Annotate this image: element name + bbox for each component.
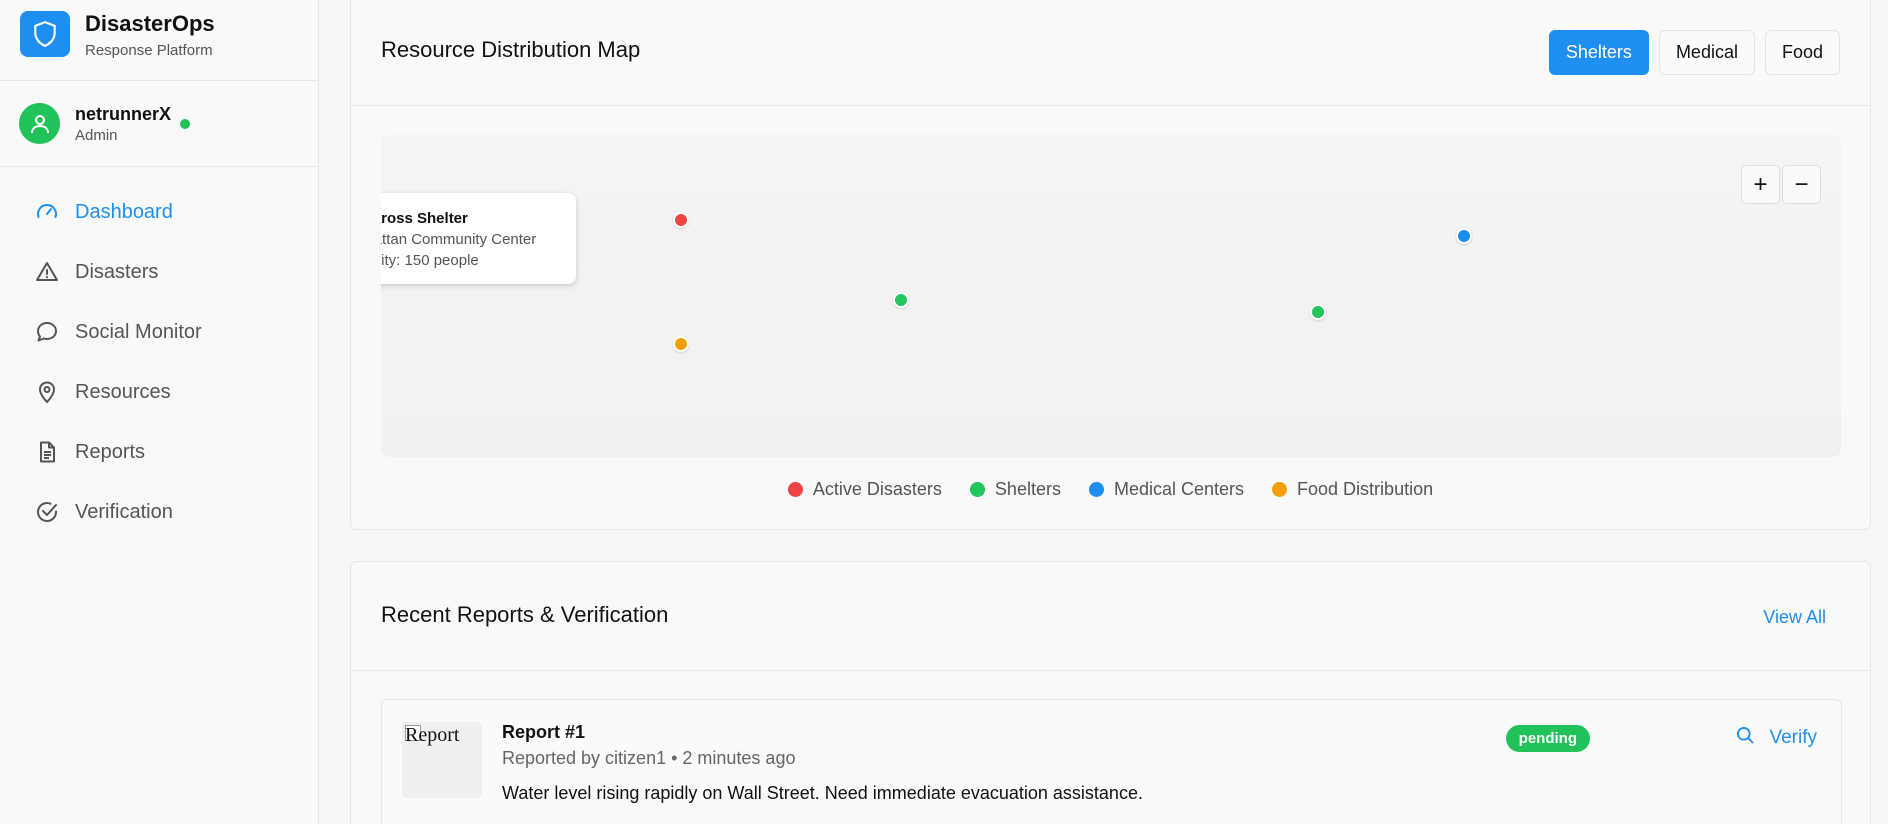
user-profile[interactable]: netrunnerX Admin: [0, 81, 318, 167]
reports-card-header: Recent Reports & Verification View All: [351, 562, 1870, 671]
recent-reports-card: Recent Reports & Verification View All R…: [350, 561, 1871, 824]
sidebar: DisasterOps Response Platform netrunnerX…: [0, 0, 319, 824]
sidebar-item-social-monitor[interactable]: Social Monitor: [0, 302, 319, 362]
map-marker-food[interactable]: [673, 336, 689, 352]
brand-title: DisasterOps: [85, 11, 215, 36]
sidebar-item-label: Social Monitor: [75, 320, 202, 343]
map-marker-shelter[interactable]: [893, 292, 909, 308]
zoom-out-button[interactable]: −: [1782, 165, 1821, 204]
sidebar-item-dashboard[interactable]: Dashboard: [0, 182, 319, 242]
warning-triangle-icon: [35, 260, 59, 284]
sidebar-item-label: Verification: [75, 500, 173, 523]
map-pin-icon: [35, 380, 59, 404]
verify-button[interactable]: Verify: [1735, 725, 1817, 750]
legend-item-shelters: Shelters: [969, 479, 1061, 500]
user-role: Admin: [75, 127, 118, 144]
report-meta: Reported by citizen1 • 2 minutes ago: [502, 748, 796, 768]
popup-capacity: pacity: 150 people: [381, 252, 479, 269]
sidebar-item-disasters[interactable]: Disasters: [0, 242, 319, 302]
report-image: Report: [402, 722, 482, 798]
sidebar-item-verification[interactable]: Verification: [0, 482, 319, 542]
chat-bubble-icon: [35, 320, 59, 344]
sidebar-nav: Dashboard Disasters Social Monitor Resou…: [0, 182, 319, 542]
sidebar-item-label: Disasters: [75, 260, 159, 283]
legend-label: Active Disasters: [812, 479, 942, 499]
map-card-header: Resource Distribution Map Shelters Medic…: [351, 0, 1870, 106]
user-avatar-icon[interactable]: [19, 103, 60, 144]
legend-dot: [969, 482, 985, 497]
sidebar-item-label: Reports: [75, 440, 146, 463]
brand-subtitle: Response Platform: [85, 42, 213, 59]
legend-dot: [1272, 482, 1288, 497]
user-name: netrunnerX: [75, 104, 172, 124]
legend-item-food-distribution: Food Distribution: [1272, 479, 1433, 500]
map-popup: d Cross Shelter nhattan Community Center…: [381, 193, 576, 284]
map-card-title: Resource Distribution Map: [381, 37, 641, 62]
legend-dot: [787, 482, 803, 497]
gauge-icon: [35, 200, 59, 224]
legend-item-active-disasters: Active Disasters: [787, 479, 942, 500]
resource-map[interactable]: d Cross Shelter nhattan Community Center…: [381, 135, 1841, 457]
document-icon: [35, 440, 59, 464]
legend-label: Shelters: [994, 479, 1061, 499]
filter-food-button[interactable]: Food: [1764, 30, 1840, 75]
legend-item-medical-centers: Medical Centers: [1088, 479, 1245, 500]
shield-icon[interactable]: [20, 11, 70, 57]
sidebar-item-resources[interactable]: Resources: [0, 362, 319, 422]
reports-card-title: Recent Reports & Verification: [381, 602, 669, 627]
legend-dot: [1088, 482, 1104, 497]
map-marker-shelter[interactable]: [1310, 304, 1326, 320]
brand: DisasterOps Response Platform: [0, 0, 318, 81]
report-title: Report #1: [502, 722, 586, 742]
sidebar-item-reports[interactable]: Reports: [0, 422, 319, 482]
popup-address: nhattan Community Center: [381, 231, 537, 248]
filter-medical-button[interactable]: Medical: [1658, 30, 1755, 75]
map-marker-disaster[interactable]: [673, 212, 689, 228]
search-icon: [1735, 725, 1755, 750]
report-text: Water level rising rapidly on Wall Stree…: [502, 783, 1143, 803]
legend-label: Food Distribution: [1297, 479, 1434, 499]
status-badge: pending: [1505, 725, 1590, 752]
map-marker-medical[interactable]: [1456, 228, 1472, 244]
sidebar-item-label: Dashboard: [75, 200, 173, 223]
online-status-dot: [180, 119, 190, 129]
zoom-in-button[interactable]: +: [1741, 165, 1780, 204]
view-all-link[interactable]: View All: [1763, 607, 1826, 628]
report-image-alt: Report: [405, 724, 460, 746]
map-legend: Active Disasters Shelters Medical Center…: [351, 479, 1870, 500]
filter-shelters-button[interactable]: Shelters: [1548, 30, 1649, 75]
report-list-item[interactable]: Report Report #1 Reported by citizen1 • …: [381, 699, 1842, 824]
resource-map-card: Resource Distribution Map Shelters Medic…: [350, 0, 1871, 530]
map-zoom-controls: + −: [1741, 165, 1821, 204]
sidebar-item-label: Resources: [75, 380, 171, 403]
verify-label: Verify: [1769, 726, 1817, 748]
popup-title: d Cross Shelter: [381, 210, 468, 227]
legend-label: Medical Centers: [1113, 479, 1245, 499]
check-circle-icon: [35, 500, 59, 524]
map-filter-group: Shelters Medical Food: [1548, 30, 1840, 75]
